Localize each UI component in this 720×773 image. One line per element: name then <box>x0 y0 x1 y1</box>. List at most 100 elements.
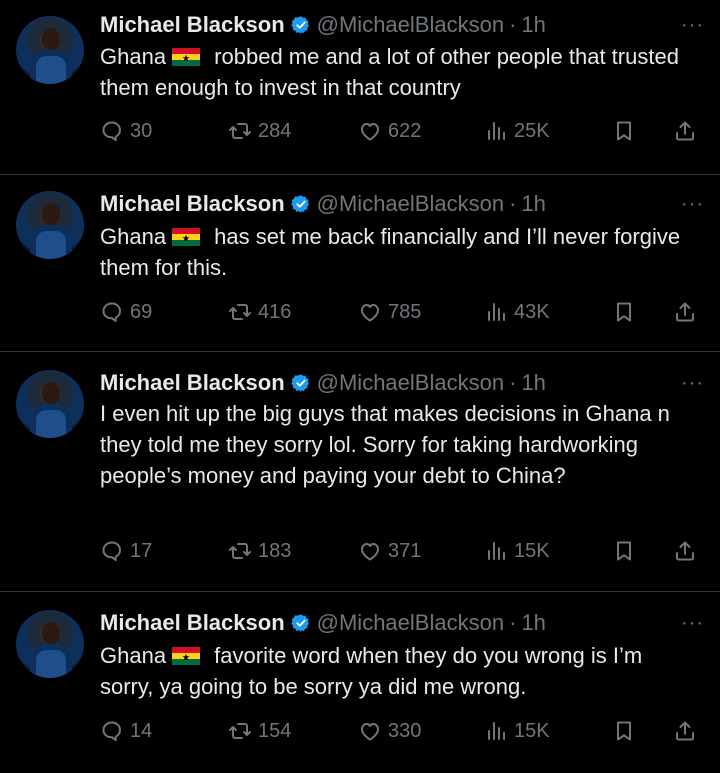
more-options-icon[interactable]: ··· <box>681 608 704 638</box>
verified-badge-icon <box>291 373 311 393</box>
ghana-flag-icon <box>172 647 200 665</box>
like-button[interactable]: 785 <box>358 297 421 327</box>
views-icon <box>484 300 508 324</box>
tweet[interactable]: Michael Blackson @MichaelBlackson · 1h ·… <box>0 0 720 175</box>
avatar[interactable] <box>16 610 84 678</box>
heart-icon <box>358 539 382 563</box>
avatar[interactable] <box>16 191 84 259</box>
heart-icon <box>358 719 382 743</box>
like-count: 622 <box>388 119 422 142</box>
share-icon <box>673 539 697 563</box>
verified-badge-icon <box>291 613 311 633</box>
view-count: 43K <box>514 300 550 323</box>
reply-count: 14 <box>130 719 153 742</box>
tweet-text-part: Ghana <box>100 643 167 668</box>
reply-icon <box>100 119 124 143</box>
tweet-actions: 30 284 622 25K <box>100 116 700 146</box>
reply-count: 69 <box>130 300 153 323</box>
tweet-actions: 17 183 371 15K <box>100 536 700 566</box>
bookmark-button[interactable] <box>612 536 636 566</box>
heart-icon <box>358 119 382 143</box>
ghana-flag-icon <box>172 48 200 66</box>
tweet-text-part: Ghana <box>100 44 167 69</box>
views-button[interactable]: 15K <box>484 536 550 566</box>
view-count: 15K <box>514 539 550 562</box>
avatar[interactable] <box>16 16 84 84</box>
share-button[interactable] <box>673 297 697 327</box>
repost-count: 416 <box>258 300 292 323</box>
ghana-flag-icon <box>172 228 200 246</box>
tweet[interactable]: Michael Blackson @MichaelBlackson · 1h ·… <box>0 352 720 592</box>
repost-button[interactable]: 183 <box>228 536 291 566</box>
like-count: 785 <box>388 300 422 323</box>
timestamp[interactable]: 1h <box>521 191 545 217</box>
share-button[interactable] <box>673 536 697 566</box>
repost-button[interactable]: 416 <box>228 297 291 327</box>
bookmark-icon <box>612 539 636 563</box>
tweet-text: Ghana has set me back financially and I’… <box>100 221 700 283</box>
like-button[interactable]: 622 <box>358 116 421 146</box>
reply-button[interactable]: 69 <box>100 297 152 327</box>
repost-count: 183 <box>258 539 292 562</box>
avatar[interactable] <box>16 370 84 438</box>
tweet-text-part: Ghana <box>100 224 167 249</box>
separator-dot: · <box>509 610 517 635</box>
tweet-header: Michael Blackson @MichaelBlackson · 1h <box>100 608 546 638</box>
like-button[interactable]: 330 <box>358 716 421 746</box>
repost-button[interactable]: 284 <box>228 116 291 146</box>
like-button[interactable]: 371 <box>358 536 421 566</box>
like-count: 371 <box>388 539 422 562</box>
tweet-actions: 14 154 330 15K <box>100 716 700 746</box>
tweet-text: I even hit up the big guys that makes de… <box>100 398 700 491</box>
more-options-icon[interactable]: ··· <box>681 189 704 219</box>
tweet-text: Ghana favorite word when they do you wro… <box>100 640 700 702</box>
share-button[interactable] <box>673 716 697 746</box>
author-name[interactable]: Michael Blackson <box>100 12 285 38</box>
bookmark-icon <box>612 300 636 324</box>
more-options-icon[interactable]: ··· <box>681 10 704 40</box>
separator-dot: · <box>509 12 517 37</box>
bookmark-button[interactable] <box>612 297 636 327</box>
tweet[interactable]: Michael Blackson @MichaelBlackson · 1h ·… <box>0 592 720 773</box>
view-count: 25K <box>514 119 550 142</box>
tweet-actions: 69 416 785 43K <box>100 297 700 327</box>
verified-badge-icon <box>291 194 311 214</box>
tweet-text-part: I even hit up the big guys that makes de… <box>100 401 670 488</box>
bookmark-button[interactable] <box>612 716 636 746</box>
share-button[interactable] <box>673 116 697 146</box>
repost-count: 284 <box>258 119 292 142</box>
views-button[interactable]: 43K <box>484 297 550 327</box>
repost-icon <box>228 300 252 324</box>
timestamp[interactable]: 1h <box>521 370 545 396</box>
verified-badge-icon <box>291 15 311 35</box>
repost-icon <box>228 719 252 743</box>
repost-button[interactable]: 154 <box>228 716 291 746</box>
tweet[interactable]: Michael Blackson @MichaelBlackson · 1h ·… <box>0 175 720 352</box>
tweet-header: Michael Blackson @MichaelBlackson · 1h <box>100 368 546 398</box>
more-options-icon[interactable]: ··· <box>681 368 704 398</box>
views-icon <box>484 719 508 743</box>
author-name[interactable]: Michael Blackson <box>100 610 285 636</box>
tweet-header: Michael Blackson @MichaelBlackson · 1h <box>100 189 546 219</box>
bookmark-button[interactable] <box>612 116 636 146</box>
author-handle[interactable]: @MichaelBlackson <box>317 12 504 38</box>
author-name[interactable]: Michael Blackson <box>100 191 285 217</box>
like-count: 330 <box>388 719 422 742</box>
reply-button[interactable]: 17 <box>100 536 152 566</box>
share-icon <box>673 119 697 143</box>
reply-count: 30 <box>130 119 153 142</box>
views-button[interactable]: 15K <box>484 716 550 746</box>
reply-button[interactable]: 14 <box>100 716 152 746</box>
timestamp[interactable]: 1h <box>521 12 545 38</box>
views-button[interactable]: 25K <box>484 116 550 146</box>
bookmark-icon <box>612 119 636 143</box>
author-handle[interactable]: @MichaelBlackson <box>317 370 504 396</box>
author-handle[interactable]: @MichaelBlackson <box>317 610 504 636</box>
tweet-header: Michael Blackson @MichaelBlackson · 1h <box>100 10 546 40</box>
author-handle[interactable]: @MichaelBlackson <box>317 191 504 217</box>
author-name[interactable]: Michael Blackson <box>100 370 285 396</box>
reply-count: 17 <box>130 539 153 562</box>
reply-button[interactable]: 30 <box>100 116 152 146</box>
view-count: 15K <box>514 719 550 742</box>
timestamp[interactable]: 1h <box>521 610 545 636</box>
